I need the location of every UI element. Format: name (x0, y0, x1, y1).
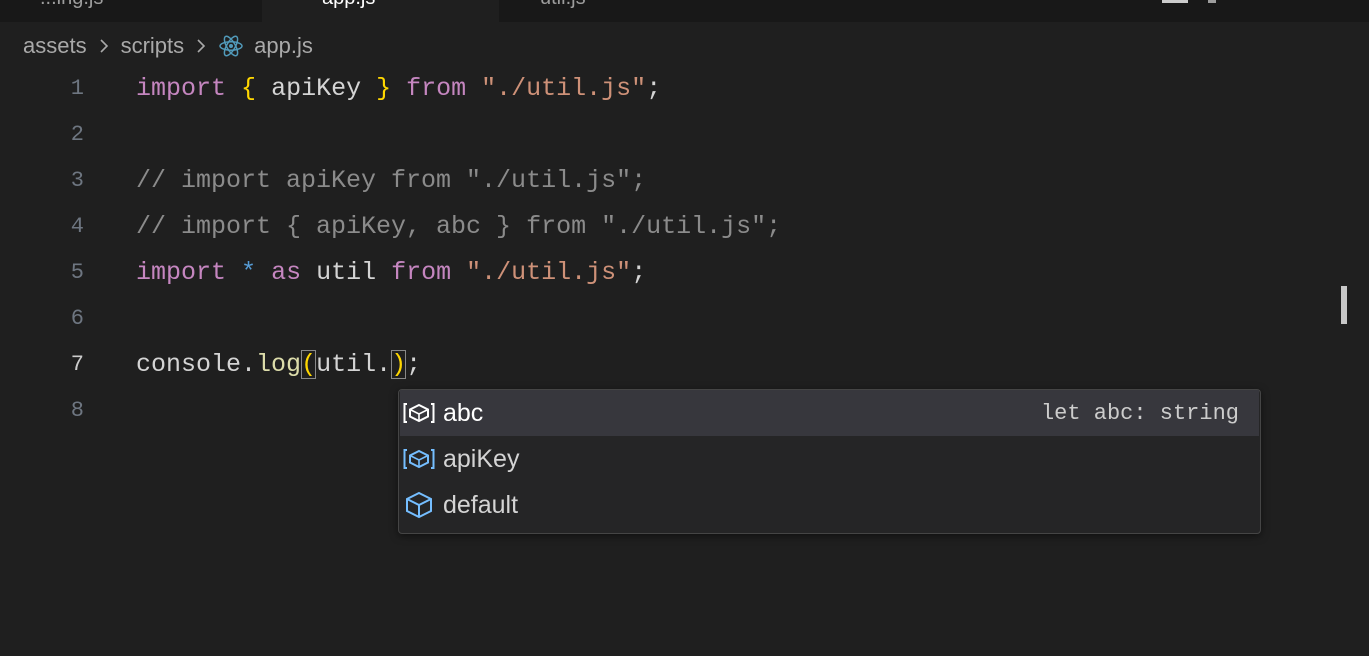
line-number: 4 (70, 214, 84, 239)
tab-strip: ...ing.js app.js util.js (0, 0, 1369, 22)
tab-label: util.js (540, 0, 586, 10)
line-number: 6 (70, 306, 84, 331)
tab-app-js[interactable]: app.js (262, 0, 499, 22)
code-line[interactable]: 6 (0, 296, 1369, 342)
code-line[interactable]: 4 // import { apiKey, abc } from "./util… (0, 204, 1369, 250)
line-number: 5 (70, 260, 84, 285)
variable-icon (403, 399, 435, 427)
breadcrumb-item-assets[interactable]: assets (23, 33, 87, 59)
matching-bracket: ( (301, 350, 317, 379)
scrollbar-cursor-marker[interactable] (1341, 286, 1347, 324)
code-line[interactable]: 2 (0, 112, 1369, 158)
code-line[interactable]: 5 import * as util from "./util.js"; (0, 250, 1369, 296)
code-comment: // import apiKey from "./util.js"; (136, 166, 647, 195)
tab-label: app.js (322, 0, 375, 10)
breadcrumb-item-scripts[interactable]: scripts (121, 33, 185, 59)
module-icon (403, 491, 435, 519)
variable-icon (403, 445, 435, 473)
suggest-item-abc[interactable]: abc let abc: string (400, 390, 1259, 436)
split-editor-icon[interactable] (1162, 0, 1188, 3)
code-line[interactable]: 3 // import apiKey from "./util.js"; (0, 158, 1369, 204)
code-text: import * as util from "./util.js"; (136, 258, 647, 287)
react-file-icon (219, 35, 243, 57)
line-number: 7 (70, 352, 84, 377)
code-text: import { apiKey } from "./util.js"; (136, 74, 662, 103)
suggest-detail: let abc: string (1040, 400, 1239, 426)
suggest-item-apikey[interactable]: apiKey (400, 436, 1259, 482)
breadcrumb: assets scripts app.js (23, 30, 313, 62)
breadcrumb-item-file[interactable]: app.js (218, 33, 313, 59)
suggest-label: default (443, 490, 519, 519)
code-line[interactable]: 1 import { apiKey } from "./util.js"; (0, 66, 1369, 112)
suggest-label: abc (443, 398, 484, 427)
line-number: 8 (70, 398, 84, 423)
line-number: 2 (70, 122, 84, 147)
code-comment: // import { apiKey, abc } from "./util.j… (136, 212, 782, 241)
code-line-active[interactable]: 7 console.log(util.); (0, 342, 1369, 388)
more-actions-icon[interactable] (1208, 0, 1216, 3)
code-text: console.log(util.); (136, 350, 422, 379)
suggest-widget: abc let abc: string apiKey default (398, 389, 1261, 534)
tab-inactive-1[interactable]: ...ing.js (0, 0, 260, 22)
suggest-item-default[interactable]: default (400, 482, 1259, 528)
chevron-right-icon (100, 39, 108, 53)
chevron-right-icon (197, 39, 206, 53)
matching-bracket: ) (391, 350, 407, 379)
line-number: 3 (70, 168, 84, 193)
line-number: 1 (70, 76, 84, 101)
tab-label: ...ing.js (40, 0, 103, 10)
suggest-label: apiKey (443, 444, 520, 473)
tab-util-js[interactable]: util.js (500, 0, 740, 22)
breadcrumb-file-label: app.js (254, 33, 313, 58)
